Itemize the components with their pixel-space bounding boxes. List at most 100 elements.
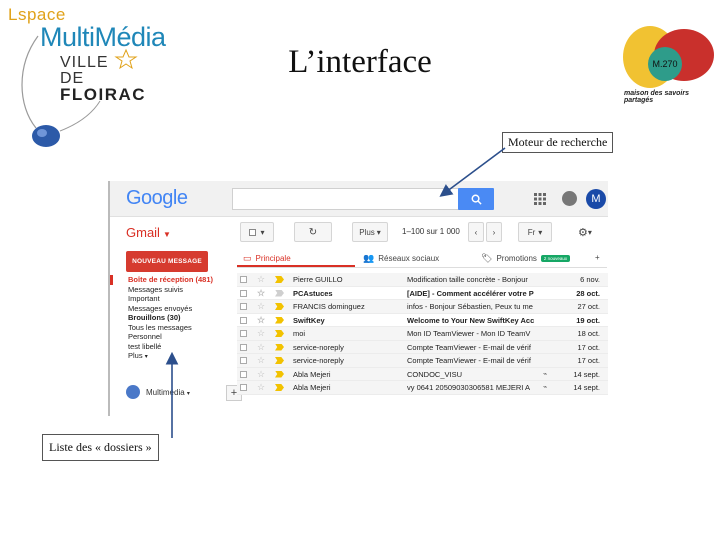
- email-row[interactable]: ☆ SwiftKey Welcome to Your New SwiftKey …: [237, 313, 608, 327]
- email-row[interactable]: ☆ service-noreply Compte TeamViewer - E-…: [237, 340, 608, 354]
- compose-button[interactable]: NOUVEAU MESSAGE: [126, 251, 208, 272]
- email-row[interactable]: ☆ FRANCIS dominguez infos - Bonjour Séba…: [237, 300, 608, 314]
- inbox-tabs: ▭ Principale 👥 Réseaux sociaux 🏷 Promoti…: [237, 250, 607, 268]
- email-sender: SwiftKey: [293, 315, 325, 325]
- important-marker-icon[interactable]: [275, 384, 284, 391]
- select-checkbox-menu[interactable]: ▾: [240, 222, 274, 242]
- add-tab-button[interactable]: +: [595, 253, 600, 262]
- language-select[interactable]: Fr ▾: [518, 222, 552, 242]
- email-date: 14 sept.: [573, 369, 600, 379]
- important-marker-icon[interactable]: [275, 303, 284, 310]
- tab-reseaux-sociaux[interactable]: 👥 Réseaux sociaux: [363, 253, 439, 264]
- gmail-label-menu[interactable]: Gmail ▼: [126, 225, 171, 240]
- email-subject: Modification taille concrète - Bonjour: [407, 275, 528, 284]
- folder-item[interactable]: Boîte de réception (481): [110, 275, 230, 285]
- tab-principale[interactable]: ▭ Principale: [243, 253, 291, 264]
- row-checkbox[interactable]: [240, 316, 247, 324]
- email-sender: Pierre GUILLO: [293, 275, 343, 284]
- email-sender: service-noreply: [293, 356, 344, 365]
- gear-icon: ⚙: [578, 226, 588, 239]
- folder-item[interactable]: test libellé: [110, 342, 230, 352]
- row-checkbox[interactable]: [240, 289, 247, 297]
- hangout-avatar[interactable]: [126, 385, 140, 399]
- gmail-screenshot: Google M Gmail ▼ ▾ ↻ Plus ▾ 1–100 sur 1 …: [108, 181, 608, 416]
- email-row[interactable]: ☆ Abla Mejeri CONDOC_VISU ⌁ 14 sept.: [237, 367, 608, 381]
- hangout-user-name: Multimédia: [146, 388, 185, 397]
- apps-grid-icon[interactable]: [534, 193, 546, 205]
- row-checkbox[interactable]: [240, 330, 247, 337]
- folder-item[interactable]: Messages suivis: [110, 285, 230, 295]
- more-menu-button[interactable]: Plus ▾: [352, 222, 388, 242]
- important-marker-icon[interactable]: [275, 343, 284, 351]
- email-date: 6 nov.: [580, 275, 600, 284]
- star-icon[interactable]: ☆: [257, 382, 265, 392]
- hangout-user[interactable]: Multimédia ▾: [146, 388, 190, 397]
- refresh-button[interactable]: ↻: [294, 222, 332, 242]
- more-menu-label: Plus: [359, 227, 375, 237]
- row-checkbox[interactable]: [240, 276, 247, 283]
- row-checkbox[interactable]: [240, 384, 247, 391]
- email-subject: Compte TeamViewer - E-mail de vérif: [407, 356, 531, 365]
- email-row[interactable]: ☆ moi Mon ID TeamViewer - Mon ID TeamV 1…: [237, 327, 608, 341]
- folder-item[interactable]: Important: [110, 294, 230, 304]
- account-avatar[interactable]: M: [586, 189, 606, 209]
- search-button[interactable]: [458, 188, 494, 210]
- espace-multimedia-logo: Lspace MultiMédia VILLE DE FLOIRAC: [8, 5, 183, 156]
- important-marker-icon[interactable]: [275, 357, 284, 364]
- chevron-down-icon: ▾: [260, 227, 265, 237]
- email-date: 18 oct.: [577, 329, 600, 338]
- language-label: Fr: [527, 227, 536, 237]
- email-row[interactable]: ☆ PCAstuces [AIDE] - Comment accélérer v…: [237, 286, 608, 300]
- important-marker-icon[interactable]: [275, 289, 284, 297]
- search-engine-callout: Moteur de recherche: [502, 132, 614, 153]
- new-badge: 2 nouveaux: [540, 255, 571, 262]
- row-checkbox[interactable]: [240, 343, 247, 351]
- maison-savoirs-caption: maison des savoirs partagés: [624, 90, 689, 104]
- email-sender: PCAstuces: [293, 288, 333, 298]
- email-row[interactable]: ☆ Pierre GUILLO Modification taille conc…: [237, 273, 608, 287]
- folder-item-more[interactable]: Plus ▾: [110, 351, 230, 361]
- google-logo: Google: [126, 187, 188, 210]
- row-checkbox[interactable]: [240, 303, 247, 310]
- folder-item[interactable]: Personnel: [110, 332, 230, 342]
- email-date: 14 sept.: [573, 383, 600, 392]
- tab-promotions[interactable]: 🏷 Promotions 2 nouveaux: [481, 253, 571, 264]
- search-icon: [471, 194, 482, 205]
- email-sender: moi: [293, 329, 306, 338]
- star-icon[interactable]: ☆: [257, 328, 265, 338]
- row-checkbox[interactable]: [240, 357, 247, 364]
- attachment-icon: ⌁: [543, 384, 548, 391]
- star-icon[interactable]: ☆: [257, 274, 265, 284]
- more-label: Plus: [128, 351, 143, 360]
- tag-icon: 🏷: [481, 253, 493, 263]
- email-subject: [AIDE] - Comment accélérer votre P: [407, 288, 534, 298]
- star-icon[interactable]: ☆: [257, 288, 265, 298]
- folder-item[interactable]: Brouillons (30): [110, 313, 230, 323]
- star-icon[interactable]: ☆: [257, 342, 265, 352]
- next-page-button[interactable]: ›: [486, 222, 502, 242]
- logo-floirac-text: FLOIRAC: [60, 85, 147, 104]
- email-row[interactable]: ☆ Abla Mejeri vy 0641 20509030306581 MEJ…: [237, 381, 608, 395]
- email-subject: infos - Bonjour Sébastien, Peux tu me: [407, 302, 533, 311]
- prev-page-button[interactable]: ‹: [468, 222, 484, 242]
- important-marker-icon[interactable]: [275, 276, 284, 283]
- star-icon[interactable]: ☆: [257, 355, 265, 365]
- emblem-label: M.270: [652, 59, 677, 69]
- hangouts-bar: Multimédia ▾ +: [126, 385, 242, 401]
- star-icon[interactable]: ☆: [257, 315, 265, 325]
- settings-button[interactable]: ⚙ ▾: [570, 222, 600, 242]
- email-sender: Abla Mejeri: [293, 369, 331, 379]
- folder-item[interactable]: Messages envoyés: [110, 304, 230, 314]
- important-marker-icon[interactable]: [275, 370, 284, 378]
- notifications-icon[interactable]: [562, 191, 577, 206]
- star-icon[interactable]: ☆: [257, 369, 265, 379]
- row-checkbox[interactable]: [240, 370, 247, 378]
- star-icon[interactable]: ☆: [257, 301, 265, 311]
- important-marker-icon[interactable]: [275, 330, 284, 337]
- folder-item[interactable]: Tous les messages: [110, 323, 230, 333]
- important-marker-icon[interactable]: [275, 316, 284, 324]
- search-input[interactable]: [232, 188, 462, 210]
- email-subject: vy 0641 20509030306581 MEJERI A: [407, 383, 531, 392]
- email-sender: service-noreply: [293, 342, 344, 352]
- email-row[interactable]: ☆ service-noreply Compte TeamViewer - E-…: [237, 354, 608, 368]
